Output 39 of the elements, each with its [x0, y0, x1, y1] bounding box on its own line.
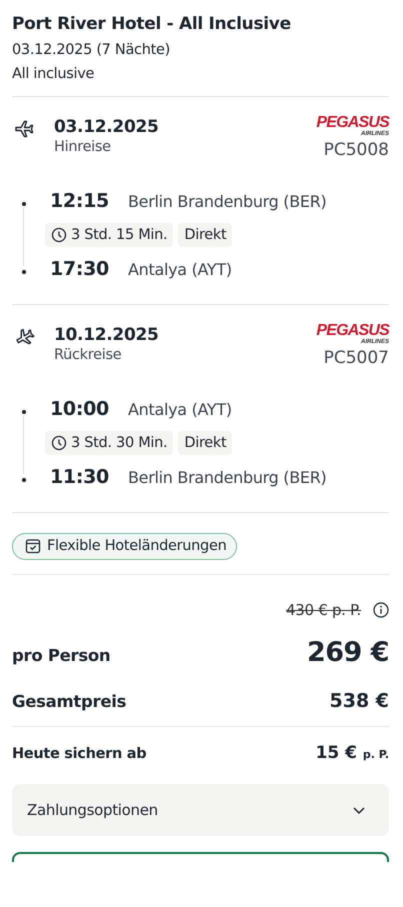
travel-dates: 03.12.2025 (7 Nächte) — [12, 42, 171, 58]
hotel-title: Port River Hotel - All Inclusive — [12, 14, 292, 34]
airport-name: Berlin Brandenburg (BER) — [128, 192, 326, 210]
airport-name: Antalya (AYT) — [128, 400, 232, 418]
feature-text: Flexible Hoteländerungen — [47, 538, 226, 554]
flight-time: 17:30 — [50, 258, 110, 280]
price-per-person: 269 € — [306, 637, 389, 668]
old-price: 430 € p. P. — [286, 601, 361, 619]
flight-time: 12:15 — [50, 190, 110, 212]
timeline-dot — [22, 270, 26, 274]
action-button[interactable] — [12, 852, 389, 862]
stops-tag: Direkt — [178, 431, 232, 455]
flight-number: PC5007 — [324, 348, 389, 368]
airport-name: Berlin Brandenburg (BER) — [128, 468, 326, 486]
clock-icon — [51, 435, 67, 451]
payment-options-dropdown[interactable]: Zahlungsoptionen — [12, 784, 389, 836]
clock-icon — [51, 227, 67, 243]
timeline-dot — [22, 478, 26, 482]
flight-number: PC5008 — [324, 140, 389, 160]
flight-date: 03.12.2025 — [54, 117, 160, 137]
airport-name: Antalya (AYT) — [128, 260, 232, 278]
duration-text: 3 Std. 30 Min. — [71, 435, 168, 451]
duration-text: 3 Std. 15 Min. — [71, 227, 168, 243]
stops-tag: Direkt — [178, 223, 232, 247]
flight-direction: Hinreise — [54, 139, 112, 155]
flight-date: 10.12.2025 — [54, 325, 160, 345]
flight-direction: Rückreise — [54, 347, 122, 363]
deposit-label: Heute sichern ab — [12, 746, 146, 762]
board-type: All inclusive — [12, 66, 96, 82]
timeline-dot — [22, 410, 26, 414]
flight-time: 10:00 — [50, 398, 110, 420]
total-price: 538 € — [330, 690, 389, 712]
total-label: Gesamtpreis — [12, 692, 126, 711]
deposit-price: 15 € p. P. — [316, 743, 389, 763]
calendar-check-icon — [25, 538, 41, 554]
timeline-dot — [22, 202, 26, 206]
price-label: pro Person — [12, 646, 110, 665]
info-icon — [373, 602, 389, 618]
flight-time: 11:30 — [50, 466, 110, 488]
